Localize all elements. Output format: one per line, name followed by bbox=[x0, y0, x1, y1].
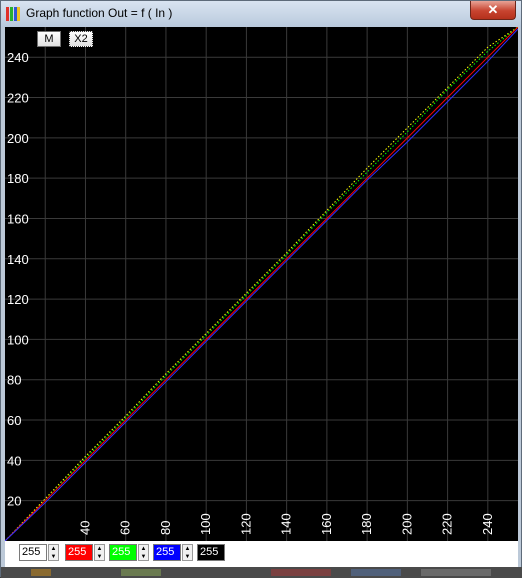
black-channel-value[interactable]: 255 bbox=[197, 544, 225, 561]
x-tick-label: 220 bbox=[440, 513, 455, 535]
y-tick-label: 100 bbox=[7, 332, 29, 347]
x-tick-label: 140 bbox=[279, 513, 294, 535]
x-tick-label: 40 bbox=[77, 521, 92, 535]
window-title: Graph function Out = f ( In ) bbox=[26, 6, 173, 20]
y-tick-label: 220 bbox=[7, 91, 29, 106]
down-arrow-icon[interactable]: ▼ bbox=[49, 553, 58, 561]
y-tick-label: 180 bbox=[7, 171, 29, 186]
graph-plot[interactable]: 20 40 60 80 100 120 140 160 180 200 220 240 40 60 80 10… bbox=[5, 27, 518, 541]
channel-controls: 255 ▲ ▼ 255 ▲ ▼ 255 ▲ ▼ 255 ▲ ▼ 255 bbox=[5, 541, 518, 567]
down-arrow-icon[interactable]: ▼ bbox=[95, 553, 104, 561]
green-channel-arrows[interactable]: ▲ ▼ bbox=[138, 544, 149, 561]
green-channel-value[interactable]: 255 bbox=[109, 544, 137, 561]
x-tick-label: 100 bbox=[198, 513, 213, 535]
title-bar[interactable]: Graph function Out = f ( In ) ✕ bbox=[1, 1, 521, 27]
y-tick-label: 200 bbox=[7, 131, 29, 146]
x-tick-label: 200 bbox=[399, 513, 414, 535]
y-tick-label: 140 bbox=[7, 252, 29, 267]
y-tick-label: 20 bbox=[7, 494, 21, 509]
app-icon bbox=[6, 7, 20, 21]
red-channel-arrows[interactable]: ▲ ▼ bbox=[94, 544, 105, 561]
m-button[interactable]: M bbox=[37, 31, 61, 47]
down-arrow-icon[interactable]: ▼ bbox=[183, 553, 192, 561]
y-tick-label: 120 bbox=[7, 292, 29, 307]
all-channel-arrows[interactable]: ▲ ▼ bbox=[48, 544, 59, 561]
y-tick-label: 160 bbox=[7, 211, 29, 226]
up-arrow-icon[interactable]: ▲ bbox=[139, 545, 148, 553]
graph-area[interactable]: 20 40 60 80 100 120 140 160 180 200 220 240 40 60 80 10… bbox=[5, 27, 518, 541]
x2-button[interactable]: X2 bbox=[69, 31, 93, 47]
x-tick-label: 80 bbox=[158, 521, 173, 535]
up-arrow-icon[interactable]: ▲ bbox=[183, 545, 192, 553]
down-arrow-icon[interactable]: ▼ bbox=[139, 553, 148, 561]
blue-channel-value[interactable]: 255 bbox=[153, 544, 181, 561]
graph-function-window: Graph function Out = f ( In ) ✕ 20 40 60 80… bbox=[0, 0, 522, 578]
close-button[interactable]: ✕ bbox=[470, 1, 516, 20]
red-channel-value[interactable]: 255 bbox=[65, 544, 93, 561]
x-tick-label: 240 bbox=[480, 513, 495, 535]
y-tick-label: 240 bbox=[7, 50, 29, 65]
x-tick-label: 160 bbox=[319, 513, 334, 535]
x-tick-label: 60 bbox=[118, 521, 133, 535]
up-arrow-icon[interactable]: ▲ bbox=[95, 545, 104, 553]
taskbar-strip bbox=[1, 567, 522, 578]
all-channel-value[interactable]: 255 bbox=[19, 544, 47, 561]
x-tick-label: 180 bbox=[359, 513, 374, 535]
x-tick-label: 120 bbox=[238, 513, 253, 535]
y-tick-label: 60 bbox=[7, 413, 21, 428]
up-arrow-icon[interactable]: ▲ bbox=[49, 545, 58, 553]
y-tick-label: 40 bbox=[7, 453, 21, 468]
blue-channel-arrows[interactable]: ▲ ▼ bbox=[182, 544, 193, 561]
y-tick-label: 80 bbox=[7, 373, 21, 388]
